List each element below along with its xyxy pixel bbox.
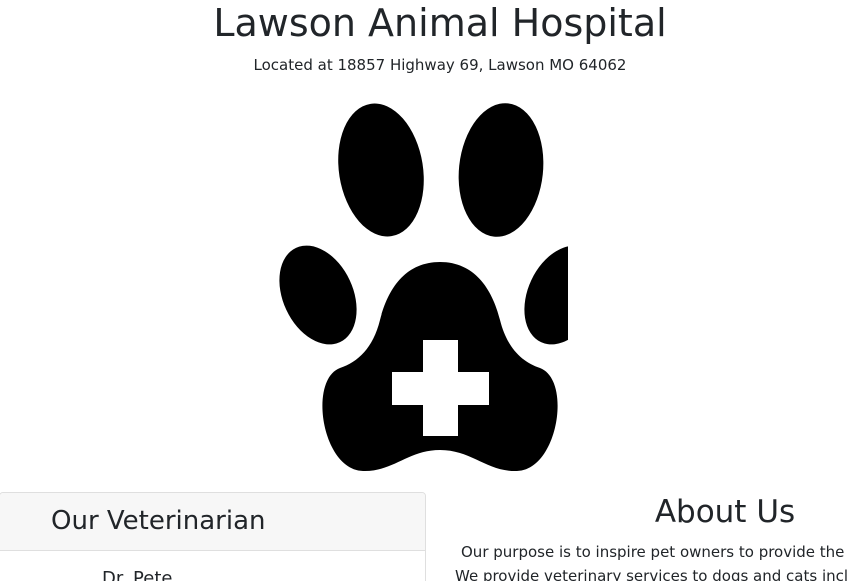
paw-toe-left-side bbox=[279, 245, 357, 345]
veterinarian-name: Dr. Pete bbox=[102, 568, 173, 581]
about-heading: About Us bbox=[654, 494, 796, 530]
page: Lawson Animal Hospital Located at 18857 … bbox=[0, 0, 848, 581]
site-title: Lawson Animal Hospital bbox=[213, 1, 667, 45]
site-address: Located at 18857 Highway 69, Lawson MO 6… bbox=[253, 56, 627, 74]
about-line-2: We provide veterinary services to dogs a… bbox=[455, 567, 848, 581]
veterinarian-card: Our Veterinarian Dr. Pete bbox=[0, 492, 426, 581]
about-text: Our purpose is to inspire pet owners to … bbox=[455, 540, 848, 581]
about-line-1: Our purpose is to inspire pet owners to … bbox=[461, 543, 848, 561]
paw-toe-right-top bbox=[458, 103, 544, 237]
paw-toe-right-side bbox=[524, 245, 568, 345]
veterinarian-heading: Our Veterinarian bbox=[51, 506, 266, 536]
paw-toe-left-top bbox=[338, 103, 424, 237]
paw-cross-icon bbox=[279, 103, 568, 472]
